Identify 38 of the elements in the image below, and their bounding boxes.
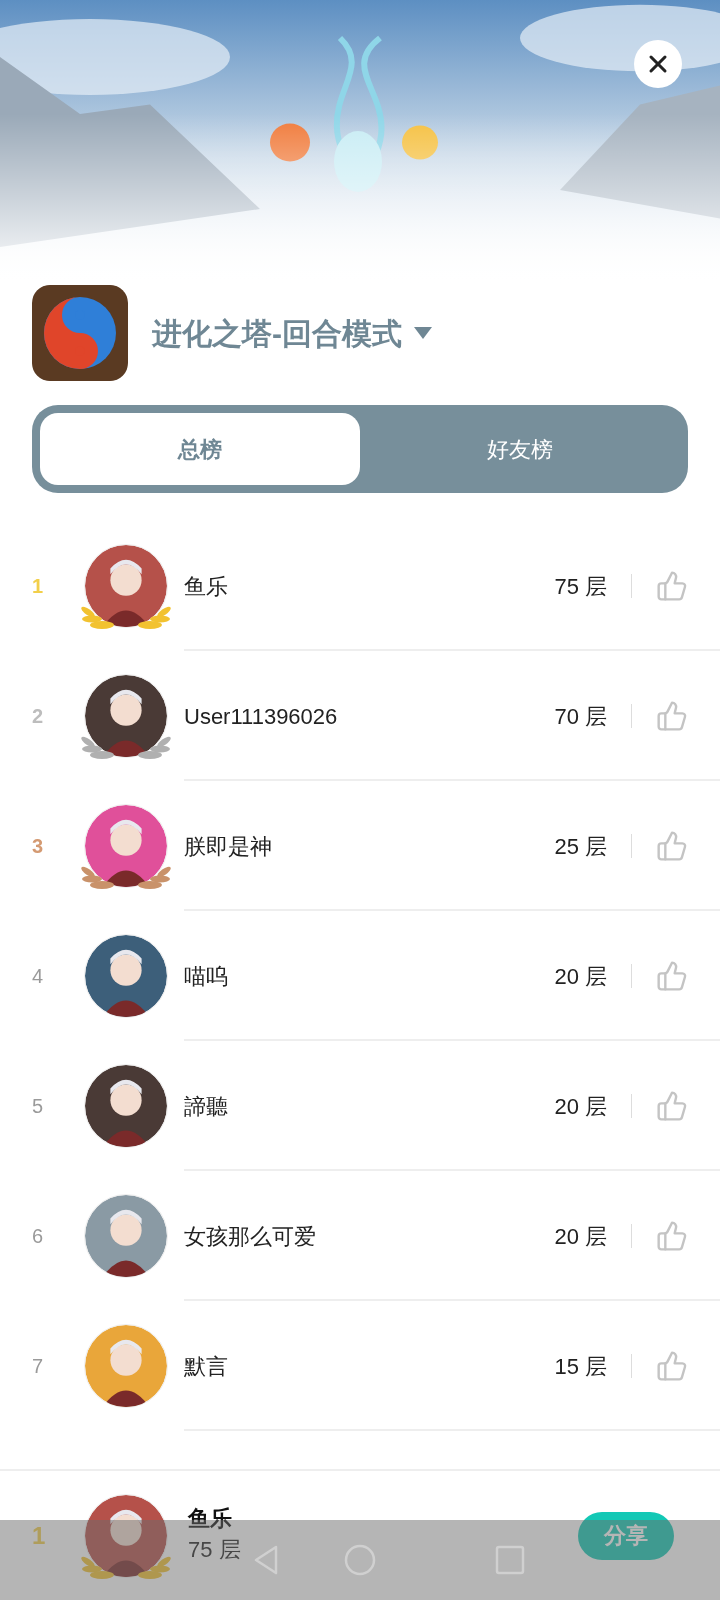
like-icon[interactable] bbox=[656, 830, 688, 862]
player-name: 喵呜 bbox=[184, 962, 229, 991]
like-icon[interactable] bbox=[656, 700, 688, 732]
player-name: 諦聽 bbox=[184, 1092, 229, 1121]
rank-number: 2 bbox=[32, 704, 45, 729]
player-name: 鱼乐 bbox=[188, 1505, 232, 1533]
rank-number: 6 bbox=[32, 1224, 45, 1249]
rank-number: 1 bbox=[32, 1520, 47, 1551]
floor-score: 70 层 bbox=[554, 702, 607, 731]
game-title[interactable]: 进化之塔-回合模式 bbox=[152, 310, 402, 356]
home-icon[interactable] bbox=[344, 1544, 376, 1576]
like-icon[interactable] bbox=[656, 1350, 688, 1382]
like-icon[interactable] bbox=[656, 570, 688, 602]
player-name: User111396026 bbox=[184, 702, 339, 731]
leaderboard-tab[interactable]: 好友榜 bbox=[360, 413, 680, 485]
floor-score: 20 层 bbox=[554, 1222, 607, 1251]
player-name: 鱼乐 bbox=[184, 572, 229, 601]
floor-score: 25 层 bbox=[554, 832, 607, 861]
rank-number: 1 bbox=[32, 574, 45, 599]
player-name: 默言 bbox=[184, 1352, 229, 1381]
recents-icon[interactable] bbox=[494, 1544, 526, 1576]
rank-number: 4 bbox=[32, 964, 45, 989]
like-icon[interactable] bbox=[656, 1090, 688, 1122]
floor-score: 20 层 bbox=[554, 962, 607, 991]
like-icon[interactable] bbox=[656, 960, 688, 992]
floor-score: 20 层 bbox=[554, 1092, 607, 1121]
floor-score: 15 层 bbox=[554, 1352, 607, 1381]
floor-score: 75 层 bbox=[188, 1535, 241, 1564]
rank-number: 3 bbox=[32, 834, 45, 859]
rank-number: 7 bbox=[32, 1354, 45, 1379]
yin-yang-icon bbox=[32, 285, 128, 381]
leaderboard-tab[interactable]: 总榜 bbox=[40, 413, 360, 485]
dropdown-caret-icon[interactable] bbox=[414, 327, 432, 339]
player-name: 朕即是神 bbox=[184, 832, 273, 861]
floor-score: 75 层 bbox=[554, 572, 607, 601]
player-name: 女孩那么可爱 bbox=[184, 1222, 317, 1251]
rank-number: 5 bbox=[32, 1094, 45, 1119]
like-icon[interactable] bbox=[656, 1220, 688, 1252]
